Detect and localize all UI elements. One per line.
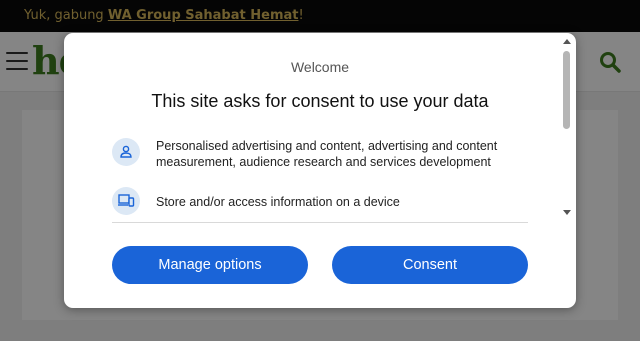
consent-dialog: Welcome This site asks for consent to us… [64, 33, 576, 308]
manage-options-button[interactable]: Manage options [112, 246, 308, 284]
dialog-welcome: Welcome [290, 59, 350, 75]
scroll-down-arrow-icon[interactable] [563, 210, 571, 215]
consent-button[interactable]: Consent [332, 246, 528, 284]
dialog-heading: This site asks for consent to use your d… [151, 91, 489, 111]
person-icon [112, 138, 140, 166]
dialog-divider [112, 222, 528, 223]
purpose-text: Store and/or access information on a dev… [156, 195, 400, 209]
dialog-scrollbar[interactable] [561, 37, 573, 221]
scroll-up-arrow-icon[interactable] [563, 39, 571, 44]
devices-icon [112, 187, 140, 215]
purpose-text: Personalised advertising and content, ad… [156, 139, 498, 169]
scroll-thumb[interactable] [563, 51, 570, 129]
consent-dialog-scroll-area[interactable]: Welcome This site asks for consent to us… [64, 33, 576, 225]
